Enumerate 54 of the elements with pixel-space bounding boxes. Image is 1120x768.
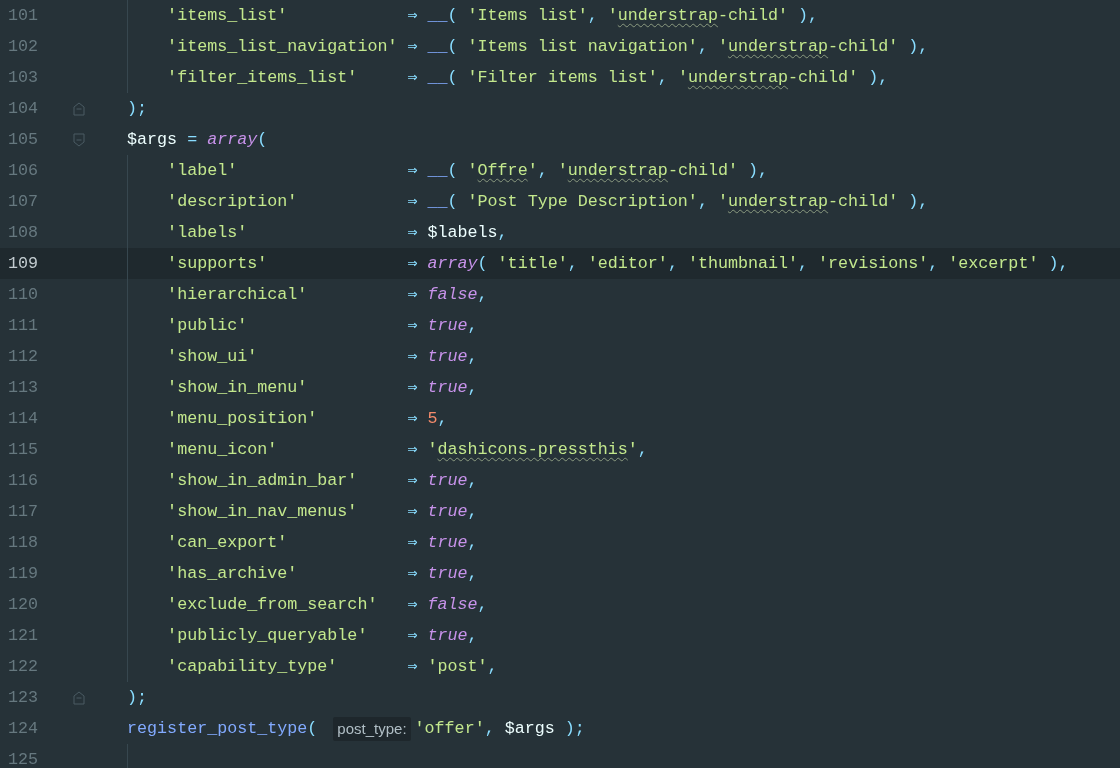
code-text: 'show_in_nav_menus' ⇒ true, xyxy=(166,501,478,523)
line-number: 105 xyxy=(7,129,40,151)
line-number: 107 xyxy=(7,191,40,213)
code-text: 'menu_icon' ⇒ 'dashicons-pressthis', xyxy=(166,439,648,461)
code-text: 'items_list' ⇒ __( 'Items list', 'understrap-child' ), xyxy=(166,5,819,27)
line-number: 125 xyxy=(7,749,40,768)
line-number: 123 xyxy=(7,687,40,709)
line-number: 117 xyxy=(7,501,40,523)
code-text: 'menu_position' ⇒ 5, xyxy=(166,408,448,430)
parameter-hint: post_type: xyxy=(333,716,411,741)
code-text: 'capability_type' ⇒ 'post', xyxy=(166,656,498,678)
code-text: 'exclude_from_search' ⇒ false, xyxy=(166,594,488,616)
line-number: 112 xyxy=(7,346,40,368)
code-text: 'show_in_menu' ⇒ true, xyxy=(166,377,478,399)
code-text: 'show_ui' ⇒ true, xyxy=(166,346,478,368)
line-number: 101 xyxy=(7,5,40,27)
line-number: 114 xyxy=(7,408,40,430)
code-text: 'items_list_navigation' ⇒ __( 'Items list navigation', 'understrap-child' ), xyxy=(166,36,929,58)
code-text: 'hierarchical' ⇒ false, xyxy=(166,284,488,306)
line-number: 115 xyxy=(7,439,40,461)
line-number: 120 xyxy=(7,594,40,616)
fold-icon[interactable] xyxy=(72,690,85,705)
code-text: 'has_archive' ⇒ true, xyxy=(166,563,478,585)
code-text: 'offer', $args ); xyxy=(414,718,585,740)
line-number: 124 xyxy=(7,718,40,740)
line-number: 111 xyxy=(7,315,40,337)
line-number: 113 xyxy=(7,377,40,399)
code-text: 'show_in_admin_bar' ⇒ true, xyxy=(166,470,478,492)
line-number: 104 xyxy=(7,98,40,120)
code-text: 'description' ⇒ __( 'Post Type Description', 'understrap-child' ), xyxy=(166,191,929,213)
line-number: 110 xyxy=(7,284,40,306)
line-number: 116 xyxy=(7,470,40,492)
line-number: 108 xyxy=(7,222,40,244)
code-text: 'label' ⇒ __( 'Offre', 'understrap-child' ), xyxy=(166,160,769,182)
code-text: 'publicly_queryable' ⇒ true, xyxy=(166,625,478,647)
code-text: 'filter_items_list' ⇒ __( 'Filter items list', 'understrap-child' ), xyxy=(166,67,889,89)
code-text: $args = array( xyxy=(126,129,268,151)
line-number: 103 xyxy=(7,67,40,89)
line-number: 119 xyxy=(7,563,40,585)
code-text: ); xyxy=(126,687,148,709)
line-number: 109 xyxy=(7,253,40,275)
fold-icon[interactable] xyxy=(72,101,85,116)
code-text: ); xyxy=(126,98,148,120)
fold-icon[interactable] xyxy=(72,132,85,147)
line-number: 118 xyxy=(7,532,40,554)
code-text: 'supports' ⇒ array( 'title', 'editor', 'thumbnail', 'revisions', 'excerpt' ), xyxy=(166,253,1069,275)
line-number: 106 xyxy=(7,160,40,182)
code-text: 'labels' ⇒ $labels, xyxy=(166,222,508,244)
code-text: 'can_export' ⇒ true, xyxy=(166,532,478,554)
line-number: 121 xyxy=(7,625,40,647)
code-text: 'public' ⇒ true, xyxy=(166,315,478,337)
code-text: register_post_type( xyxy=(126,718,319,740)
line-number: 122 xyxy=(7,656,40,678)
line-number: 102 xyxy=(7,36,40,58)
